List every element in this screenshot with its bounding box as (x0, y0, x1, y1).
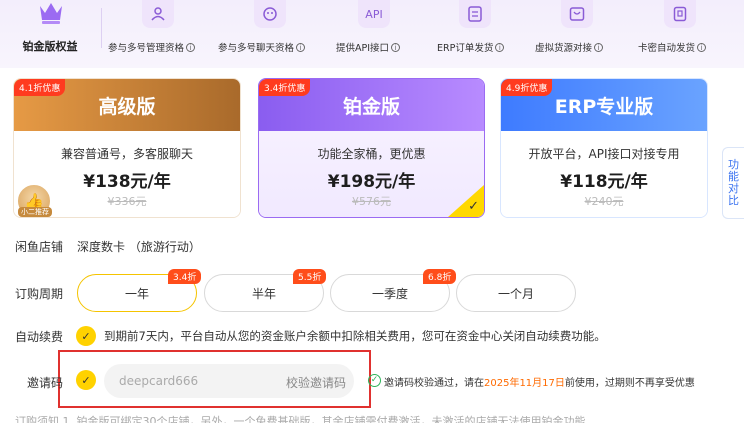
auto-renew-checkbox[interactable]: ✓ (76, 326, 96, 346)
plan-desc: 功能全家桶，更优惠 (317, 147, 426, 161)
info-icon[interactable]: i (186, 43, 196, 52)
compare-tab-label: 功能对比 (728, 158, 739, 207)
period-discount-tag: 6.8折 (423, 269, 457, 284)
benefit-label: 参与多号管理资格 (108, 43, 185, 54)
plan-card-erp[interactable]: ERP专业版 4.9折优惠 开放平台，API接口对接专用 ¥118元/年 ¥24… (500, 78, 708, 218)
benefits-title: 铂金版权益 (22, 40, 78, 53)
benefit-label: 提供API接口 (336, 43, 390, 54)
virtual-goods-icon (561, 0, 593, 28)
check-circle-icon: ✓ (368, 374, 381, 387)
benefit-label: 卡密自动发货 (638, 43, 696, 54)
plan-card-advanced[interactable]: 高级版 4.1折优惠 兼容普通号，多客服聊天 ¥138元/年 ¥336元 👍 小… (13, 78, 241, 218)
info-icon[interactable]: i (697, 43, 707, 52)
info-icon[interactable]: i (391, 43, 401, 52)
platinum-benefits-header: 铂金版权益 (10, 0, 90, 64)
discount-tag: 3.4折优惠 (259, 79, 311, 96)
verify-invite-button[interactable]: 校验邀请码 (286, 374, 346, 391)
info-icon[interactable]: i (495, 43, 505, 52)
plan-old-price: ¥240元 (584, 195, 624, 208)
period-option-label: 半年 (251, 286, 276, 301)
invite-label: 邀请码 (27, 376, 64, 390)
shop-value: 深度数卡 （旅游行动） (77, 240, 201, 254)
erp-order-icon (459, 0, 491, 28)
plan-card-platinum[interactable]: 铂金版 3.4折优惠 功能全家桶，更优惠 ¥198元/年 ¥576元 ✓ (258, 78, 485, 218)
card-autoship-icon (664, 0, 696, 28)
invite-status-message: 邀请码校验通过，请在2025年11月17日前使用，过期则不再享受优惠 (384, 374, 695, 389)
plan-price: ¥118元/年 (560, 172, 648, 192)
invite-msg-prefix: 邀请码校验通过，请在 (384, 378, 484, 389)
period-option-label: 一个月 (497, 286, 534, 301)
divider (92, 8, 102, 48)
period-option-label: 一年 (124, 286, 149, 301)
account-manage-icon (142, 0, 174, 28)
period-option-month[interactable]: 一个月 (456, 274, 576, 312)
compare-features-tab[interactable]: 功能对比 (722, 147, 744, 219)
period-label: 订购周期 (15, 287, 64, 301)
chat-service-icon (254, 0, 286, 28)
api-icon: API (358, 0, 390, 28)
info-icon[interactable]: i (296, 43, 306, 52)
discount-tag: 4.9折优惠 (501, 79, 553, 96)
auto-renew-label: 自动续费 (15, 330, 64, 344)
benefit-label: 虚拟货源对接 (535, 43, 593, 54)
invite-checkbox[interactable]: ✓ (76, 370, 96, 390)
shop-label: 闲鱼店铺 (15, 240, 64, 254)
order-notice: 订购须知 1. 铂金版可绑定30个店铺，另外，一个免费基础版，其余店铺需付费激活… (15, 415, 586, 423)
info-icon[interactable]: i (594, 43, 604, 52)
period-option-label: 一季度 (371, 286, 408, 301)
benefit-label: ERP订单发货 (437, 43, 494, 54)
invite-msg-date: 2025年11月17日 (484, 378, 565, 389)
period-discount-tag: 3.4折 (168, 269, 202, 284)
plan-desc: 开放平台，API接口对接专用 (528, 147, 680, 161)
plan-price: ¥138元/年 (83, 172, 171, 192)
discount-tag: 4.1折优惠 (14, 79, 66, 96)
crown-icon (40, 3, 62, 24)
benefit-label: 参与多号聊天资格 (218, 43, 295, 54)
recommend-badge: 小二推荐 (18, 207, 52, 217)
period-discount-tag: 5.5折 (293, 269, 327, 284)
plan-desc: 兼容普通号，多客服聊天 (60, 147, 193, 161)
check-icon: ✓ (468, 199, 479, 214)
benefits-strip: 铂金版权益 参与多号管理资格 i 参与多号聊天资格 i API 提供API接口 i E… (0, 0, 744, 68)
invite-msg-suffix: 前使用，过期则不再享受优惠 (564, 378, 695, 389)
auto-renew-text: 到期前7天内，平台自动从您的资金账户余额中扣除相关费用，您可在资金中心关闭自动续… (104, 329, 606, 343)
